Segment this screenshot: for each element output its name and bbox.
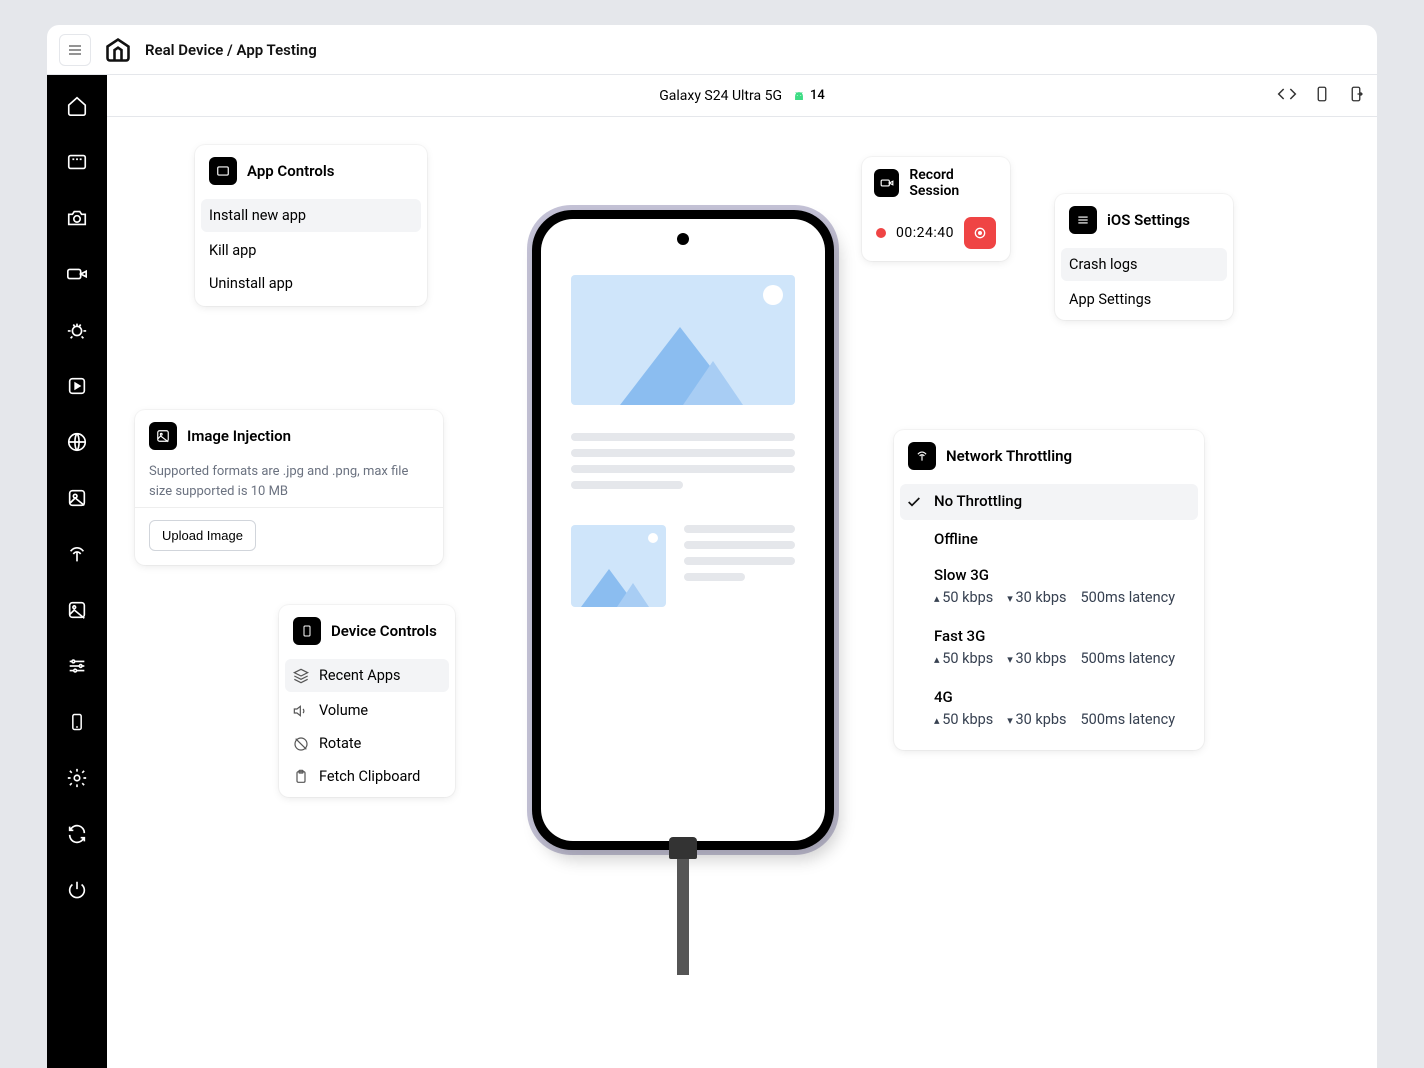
rotate-icon xyxy=(293,736,309,752)
play-icon[interactable] xyxy=(58,367,96,405)
image-injection-subtext: Supported formats are .jpg and .png, max… xyxy=(135,462,443,505)
network-throttling-title: Network Throttling xyxy=(946,447,1072,465)
app-window: Real Device / App Testing Galaxy S24 Ult… xyxy=(47,25,1377,1068)
settings-icon[interactable] xyxy=(58,759,96,797)
breadcrumb: Real Device / App Testing xyxy=(145,41,317,59)
stop-record-button[interactable] xyxy=(964,217,996,249)
recording-dot-icon xyxy=(876,228,886,238)
clipboard-icon xyxy=(293,769,309,785)
rotate[interactable]: Rotate xyxy=(279,727,455,760)
upload-image-button[interactable]: Upload Image xyxy=(149,520,256,551)
device-header: Galaxy S24 Ultra 5G 14 xyxy=(107,75,1377,117)
power-icon[interactable] xyxy=(58,871,96,909)
volume[interactable]: Volume xyxy=(279,694,455,727)
throttle-4g[interactable]: 4G 50 kbps 30 kpbs 500ms latency xyxy=(894,680,1204,741)
logo-icon xyxy=(103,35,133,65)
network-icon[interactable] xyxy=(58,535,96,573)
device-controls-icon xyxy=(293,617,321,645)
image-injection-card: Image Injection Supported formats are .j… xyxy=(135,410,443,565)
image-injection-icon xyxy=(149,422,177,450)
placeholder-image-small xyxy=(571,525,666,607)
recent-apps[interactable]: Recent Apps xyxy=(285,659,449,692)
app-controls-title: App Controls xyxy=(247,162,334,180)
camera-icon[interactable] xyxy=(58,199,96,237)
app-controls-icon xyxy=(209,157,237,185)
app-controls-card: App Controls Install new app Kill app Un… xyxy=(195,145,427,306)
uninstall-app[interactable]: Uninstall app xyxy=(195,267,427,306)
device-preview xyxy=(527,205,839,855)
refresh-icon[interactable] xyxy=(58,815,96,853)
os-badge: 14 xyxy=(792,88,825,103)
ios-settings-icon xyxy=(1069,206,1097,234)
code-icon[interactable] xyxy=(1277,84,1297,108)
device-action-icon[interactable] xyxy=(1313,84,1331,108)
fetch-clipboard[interactable]: Fetch Clipboard xyxy=(279,760,455,797)
record-title: Record Session xyxy=(909,167,998,199)
ios-settings-card: iOS Settings Crash logs App Settings xyxy=(1055,194,1233,320)
globe-icon[interactable] xyxy=(58,423,96,461)
device-camera-dot xyxy=(677,233,689,245)
image-icon[interactable] xyxy=(58,591,96,629)
android-icon xyxy=(792,89,806,103)
main-area: Galaxy S24 Ultra 5G 14 App Controls Inst… xyxy=(47,75,1377,1068)
exit-device-icon[interactable] xyxy=(1347,84,1365,108)
phone-icon[interactable] xyxy=(58,703,96,741)
bug-icon[interactable] xyxy=(58,311,96,349)
device-controls-card: Device Controls Recent Apps Volume Rotat… xyxy=(279,605,455,797)
install-new-app[interactable]: Install new app xyxy=(201,199,421,232)
hamburger-button[interactable] xyxy=(59,34,91,66)
sliders-icon[interactable] xyxy=(58,647,96,685)
sidebar xyxy=(47,75,107,1068)
app-settings[interactable]: App Settings xyxy=(1055,283,1233,320)
throttle-slow-3g[interactable]: Slow 3G 50 kbps 30 kbps 500ms latency xyxy=(894,558,1204,619)
content-area: Galaxy S24 Ultra 5G 14 App Controls Inst… xyxy=(107,75,1377,1068)
ios-settings-title: iOS Settings xyxy=(1107,211,1190,229)
os-version: 14 xyxy=(810,88,825,103)
throttle-fast-3g[interactable]: Fast 3G 50 kbps 30 kbps 500ms latency xyxy=(894,619,1204,680)
device-cable xyxy=(677,855,689,975)
crash-logs[interactable]: Crash logs xyxy=(1061,248,1227,281)
video-icon[interactable] xyxy=(58,255,96,293)
throttle-offline[interactable]: Offline xyxy=(894,522,1204,558)
record-session-card: Record Session 00:24:40 xyxy=(862,157,1010,261)
kill-app[interactable]: Kill app xyxy=(195,234,427,267)
placeholder-image xyxy=(571,275,795,405)
image-injection-title: Image Injection xyxy=(187,427,291,445)
location-icon[interactable] xyxy=(58,479,96,517)
network-throttling-card: Network Throttling No Throttling Offline… xyxy=(894,430,1204,750)
home-icon[interactable] xyxy=(58,87,96,125)
throttle-none[interactable]: No Throttling xyxy=(900,484,1198,520)
record-time: 00:24:40 xyxy=(896,225,954,241)
check-icon xyxy=(906,494,922,514)
top-bar: Real Device / App Testing xyxy=(47,25,1377,75)
app-icon[interactable] xyxy=(58,143,96,181)
device-controls-title: Device Controls xyxy=(331,622,437,640)
network-throttling-icon xyxy=(908,442,936,470)
stack-icon xyxy=(293,668,309,684)
volume-icon xyxy=(293,703,309,719)
device-name: Galaxy S24 Ultra 5G xyxy=(659,88,782,104)
record-icon xyxy=(874,169,899,197)
